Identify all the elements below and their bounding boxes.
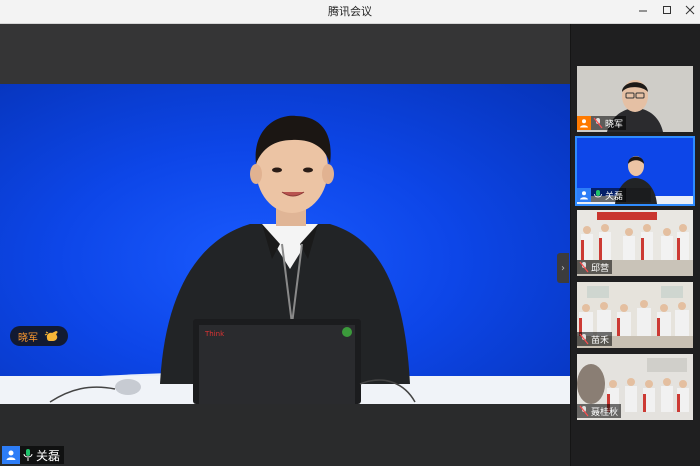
participant-name: 苗禾 <box>591 335 610 346</box>
mic-muted-icon <box>579 333 589 345</box>
window-title: 腾讯会议 <box>328 5 372 18</box>
svg-text:Think: Think <box>204 330 225 338</box>
user-icon <box>2 446 20 464</box>
participant-label: 苗禾 <box>577 332 613 346</box>
participant-tile[interactable]: 聂桂秋 <box>577 354 693 420</box>
local-user-tag: 关磊 <box>2 446 65 464</box>
reaction-badge: 晓军 <box>10 326 68 346</box>
close-icon <box>685 5 695 15</box>
video-top-band <box>0 24 570 84</box>
title-bar: 腾讯会议 <box>0 0 700 24</box>
participant-name: 关磊 <box>605 191 624 202</box>
participant-name: 邱营 <box>591 263 610 274</box>
participant-label: 晓军 <box>577 116 627 130</box>
mic-muted-icon <box>579 405 589 417</box>
collapse-sidebar-button[interactable]: › <box>557 253 569 283</box>
reaction-user-name: 晓军 <box>18 332 38 344</box>
participant-name: 晓军 <box>605 119 624 130</box>
minimize-button[interactable] <box>632 0 654 22</box>
close-button[interactable] <box>679 0 700 22</box>
participant-tile[interactable]: 晓军 <box>577 66 693 132</box>
user-icon <box>577 188 591 202</box>
mic-on-icon <box>594 190 602 198</box>
video-bottom-band <box>0 404 570 466</box>
mic-on-icon <box>23 449 33 461</box>
speaker-video: Think <box>0 84 570 404</box>
chevron-right-icon: › <box>561 262 565 274</box>
clap-icon <box>44 331 58 341</box>
participant-sidebar[interactable]: 晓军 关磊 邱营 苗禾 聂桂秋 <box>570 24 700 466</box>
minimize-icon <box>639 10 647 12</box>
participant-label: 关磊 <box>577 188 627 202</box>
local-user-name: 关磊 <box>36 448 61 463</box>
participant-tile[interactable]: 关磊 <box>575 136 695 206</box>
participant-label: 聂桂秋 <box>577 404 622 418</box>
host-icon <box>577 116 591 130</box>
speaker-video-frame: Think <box>0 115 570 404</box>
mic-muted-icon <box>579 261 589 273</box>
maximize-icon <box>663 6 671 14</box>
main-video-area[interactable]: Think 晓军 关磊 › <box>0 24 570 466</box>
participant-label: 邱营 <box>577 260 613 274</box>
mic-muted-icon <box>593 117 603 129</box>
maximize-button[interactable] <box>656 0 678 22</box>
participant-tile[interactable]: 邱营 <box>577 210 693 276</box>
participant-name: 聂桂秋 <box>591 407 619 418</box>
participant-tile[interactable]: 苗禾 <box>577 282 693 348</box>
